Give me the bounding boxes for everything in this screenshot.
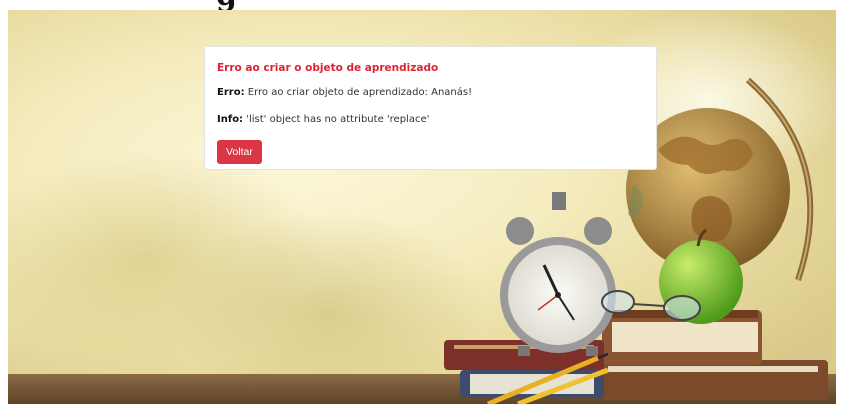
back-button[interactable]: Voltar [217,140,262,164]
books-icon [444,310,828,400]
alert-title: Erro ao criar o objeto de aprendizado [217,62,439,74]
error-line: Erro: Erro ao criar objeto de aprendizad… [217,86,644,100]
error-alert-card: Erro ao criar o objeto de aprendizado Er… [204,46,657,170]
info-text: 'list' object has no attribute 'replace' [246,114,430,125]
info-label: Info: [217,114,244,125]
header-strip: g [0,0,844,10]
page: g [0,0,844,407]
error-label: Erro: [217,87,245,98]
page-heading: g [216,0,237,10]
error-text: Erro ao criar objeto de aprendizado: Ana… [247,87,473,98]
info-line: Info: 'list' object has no attribute 're… [217,113,644,127]
alarm-clock-icon [500,192,616,356]
